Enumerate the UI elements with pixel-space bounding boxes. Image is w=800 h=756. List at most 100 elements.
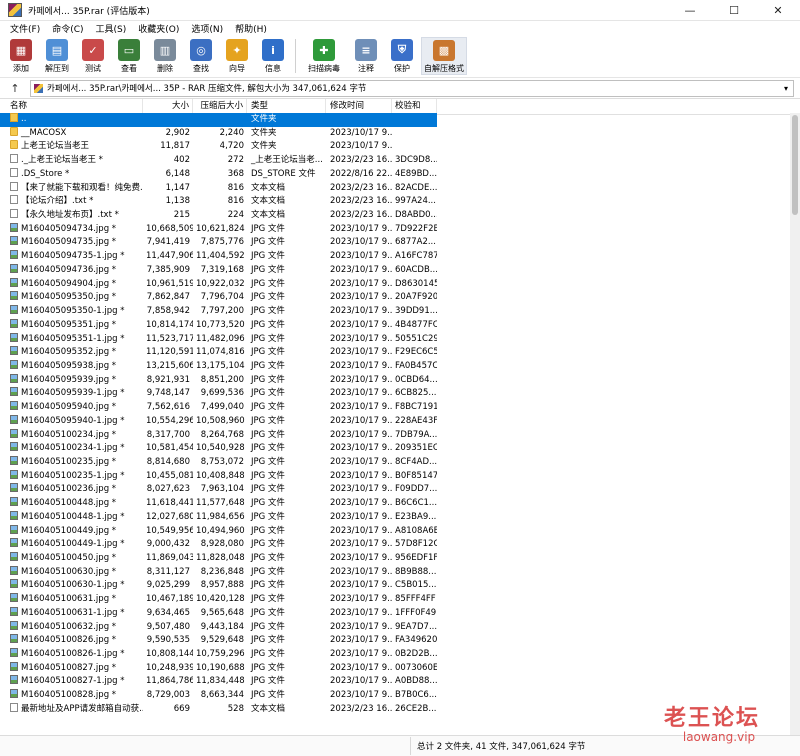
file-crc: D8ABD0... (395, 210, 437, 221)
minimize-button[interactable]: — (668, 0, 712, 20)
menu-options[interactable]: 选项(N) (185, 22, 229, 35)
file-size: 2,902 (165, 127, 190, 138)
table-row[interactable]: M160405095940.jpg * 7,562,616 7,499,040 JPG… (0, 401, 790, 415)
toolbar-button-label: 查找 (193, 64, 209, 73)
table-row[interactable]: M160405100826-1.jpg * 10,808,144 10,759,29… (0, 648, 790, 662)
toolbar-button-virus-scan[interactable]: ✚ 扫描病毒 (301, 37, 347, 75)
table-row[interactable]: M160405100826.jpg * 9,590,535 9,529,648 JPG… (0, 634, 790, 648)
file-name: .. (0, 113, 143, 127)
table-row[interactable]: M160405100235-1.jpg * 10,455,081 10,408,84… (0, 469, 790, 484)
table-row[interactable]: M160405100631.jpg * 10,467,189 10,420,128 J… (0, 593, 790, 607)
table-row[interactable]: M160405095939-1.jpg * 9,748,147 9,699,536 J… (0, 387, 790, 401)
test-icon: ✓ (82, 39, 104, 61)
file-crc: 8B9B88... (395, 566, 437, 577)
toolbar-button-info[interactable]: i 信息 (256, 37, 290, 75)
table-row[interactable]: 【永久地址发布页】.txt * 215 224 文本文档 2023/2/23 16...… (0, 209, 790, 223)
table-row[interactable]: 上老王论坛当老王 11,817 4,720 文件夹 2023/10/17 9... (0, 140, 790, 154)
column-modified[interactable]: 修改时间 (326, 99, 392, 114)
menu-favorites[interactable]: 收藏夹(O) (132, 22, 185, 35)
folder-icon (10, 126, 18, 136)
table-row[interactable]: M160405094904.jpg * 10,961,519 10,922,032 J… (0, 277, 790, 292)
table-row[interactable]: M160405100630.jpg * 8,311,127 8,236,848 JPG… (0, 565, 790, 580)
table-row[interactable]: M160405094736.jpg * 7,385,909 7,319,168 JPG… (0, 263, 790, 278)
table-row[interactable]: M160405100234-1.jpg * 10,581,454 10,540,92… (0, 442, 790, 456)
table-row[interactable]: M160405100827.jpg * 10,248,939 10,190,688 J… (0, 661, 790, 676)
image-file-icon (10, 593, 18, 603)
close-button[interactable]: ✕ (756, 0, 800, 20)
scrollbar-thumb[interactable] (792, 115, 798, 215)
file-type: JPG 文件 (251, 319, 285, 330)
table-row[interactable]: M160405100234.jpg * 8,317,700 8,264,768 JPG… (0, 428, 790, 443)
table-row[interactable]: M160405094734.jpg * 10,668,509 10,621,824 J… (0, 222, 790, 237)
table-row[interactable]: M160405100631-1.jpg * 9,634,465 9,565,648 J… (0, 606, 790, 621)
menu-tools[interactable]: 工具(S) (90, 22, 133, 35)
table-row[interactable]: M160405095938.jpg * 13,215,606 13,175,104 J… (0, 359, 790, 374)
table-row[interactable]: M160405100449-1.jpg * 9,000,432 8,928,080 J… (0, 538, 790, 552)
table-row[interactable]: M160405100630-1.jpg * 9,025,299 8,957,888 J… (0, 579, 790, 593)
column-size[interactable]: 大小 (143, 99, 193, 114)
table-row[interactable]: M160405100449.jpg * 10,549,956 10,494,960 J… (0, 524, 790, 539)
menu-commands[interactable]: 命令(C) (46, 22, 89, 35)
toolbar-button-search[interactable]: ◎ 查找 (184, 37, 218, 75)
table-row[interactable]: M160405095940-1.jpg * 10,554,296 10,508,96… (0, 414, 790, 429)
image-file-icon (10, 222, 18, 232)
table-row[interactable]: M160405094735.jpg * 7,941,419 7,875,776 JPG… (0, 236, 790, 250)
table-row[interactable]: M160405095939.jpg * 8,921,931 8,851,200 JPG… (0, 373, 790, 388)
up-arrow-icon[interactable]: ↑ (0, 82, 30, 95)
table-row[interactable]: M160405095350-1.jpg * 7,858,942 7,797,200 J… (0, 305, 790, 319)
table-row[interactable]: M160405100235.jpg * 8,814,680 8,753,072 JPG… (0, 455, 790, 470)
file-size: 10,248,939 (146, 662, 193, 673)
table-row[interactable]: ._上老王论坛当老王 * 402 272 _上老王论坛当老... 2023/2/23 1… (0, 154, 790, 168)
file-type: JPG 文件 (251, 333, 285, 344)
table-row[interactable]: M160405095351.jpg * 10,814,174 10,773,520 J… (0, 318, 790, 333)
file-name: M160405100236.jpg * (0, 483, 143, 497)
menu-help[interactable]: 帮助(H) (229, 22, 273, 35)
table-row[interactable]: M160405100827-1.jpg * 11,864,786 11,834,44… (0, 675, 790, 689)
menu-file[interactable]: 文件(F) (4, 22, 46, 35)
toolbar-button-add-archive[interactable]: ▦ 添加 (4, 37, 38, 75)
toolbar-button-sfx-box[interactable]: ▩ 自解压格式 (421, 37, 467, 75)
table-row[interactable]: __MACOSX 2,902 2,240 文件夹 2023/10/17 9... (0, 126, 790, 141)
chevron-down-icon[interactable]: ▾ (779, 84, 793, 93)
table-row[interactable]: M160405100632.jpg * 9,507,480 9,443,184 JPG… (0, 620, 790, 635)
table-row[interactable]: M160405100236.jpg * 8,027,623 7,963,104 JPG… (0, 483, 790, 497)
file-crc: 3DC9D8... (395, 155, 437, 166)
table-row[interactable]: M160405095352.jpg * 11,120,591 11,074,816 J… (0, 346, 790, 360)
file-packed-size: 7,797,200 (200, 306, 244, 317)
toolbar-button-shield[interactable]: ⛨ 保护 (385, 37, 419, 75)
file-modified: 2023/10/17 9... (330, 456, 392, 467)
toolbar-button-view-book[interactable]: ▭ 查看 (112, 37, 146, 75)
table-row[interactable]: M160405100448-1.jpg * 12,027,680 11,984,65… (0, 510, 790, 525)
file-modified: 2023/10/17 9... (330, 360, 392, 371)
toolbar-button-comment[interactable]: ≡ 注释 (349, 37, 383, 75)
file-modified: 2023/10/17 9... (330, 553, 392, 563)
file-type: JPG 文件 (251, 511, 285, 522)
status-summary: 总计 2 文件夹, 41 文件, 347,061,624 字节 (417, 742, 586, 752)
table-row[interactable]: M160405100448.jpg * 11,618,441 11,577,648 J… (0, 497, 790, 511)
maximize-button[interactable]: ☐ (712, 0, 756, 20)
column-name[interactable]: 名称 (0, 99, 143, 114)
column-packed-size[interactable]: 压缩后大小 (193, 99, 247, 114)
file-name-text: M160405100450.jpg * (21, 553, 117, 563)
table-row[interactable]: M160405095350.jpg * 7,862,847 7,796,704 JPG… (0, 291, 790, 305)
column-type[interactable]: 类型 (247, 99, 326, 114)
table-row[interactable]: 【来了就能下载和观看！纯免费... 1,147 816 文本文档 2023/2/23 1… (0, 181, 790, 196)
column-crc[interactable]: 校验和 (392, 99, 437, 114)
table-row[interactable]: .. 文件夹 (0, 113, 437, 127)
file-name-text: M160405100448-1.jpg * (21, 511, 125, 522)
table-row[interactable]: .DS_Store * 6,148 368 DS_STORE 文件 2022/8/16 … (0, 167, 790, 182)
table-row[interactable]: M160405095351-1.jpg * 11,523,717 11,482,09… (0, 332, 790, 347)
image-file-icon (10, 414, 18, 424)
file-name-text: M160405095350-1.jpg * (21, 306, 125, 317)
table-row[interactable]: 【论坛介绍】.txt * 1,138 816 文本文档 2023/2/23 16... 9… (0, 195, 790, 209)
vertical-scrollbar[interactable] (790, 113, 800, 735)
file-name-text: M160405095351.jpg * (21, 319, 117, 330)
toolbar-button-wizard-wand[interactable]: ✦ 向导 (220, 37, 254, 75)
file-type: 文件夹 (251, 114, 277, 124)
table-row[interactable]: M160405094735-1.jpg * 11,447,906 11,404,59… (0, 250, 790, 264)
toolbar-button-test[interactable]: ✓ 测试 (76, 37, 110, 75)
path-field[interactable]: 카페에서... 35P.rar\카페에서... 35P - RAR 压缩文件, … (30, 79, 794, 97)
toolbar-button-extract-folder[interactable]: ▤ 解压到 (40, 37, 74, 75)
toolbar-button-trash[interactable]: ▥ 删除 (148, 37, 182, 75)
table-row[interactable]: M160405100450.jpg * 11,869,043 11,828,048 J… (0, 552, 790, 566)
